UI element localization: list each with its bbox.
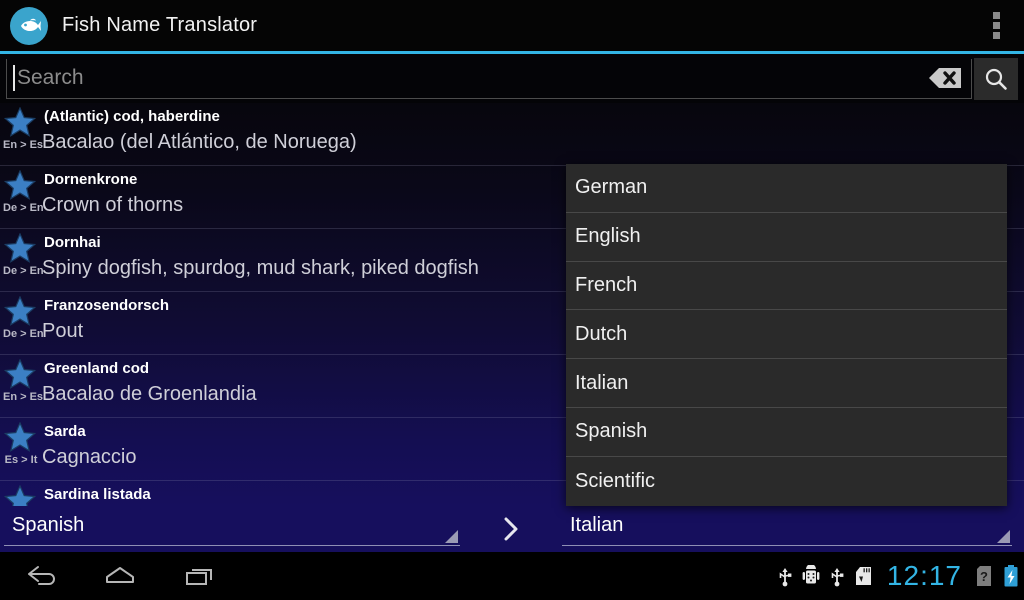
dropdown-option-spanish[interactable]: Spanish [566,408,1007,457]
direction-label: En > Es [3,139,44,151]
overflow-dot [992,32,1000,39]
source-term: Franzosendorsch [44,297,170,314]
translated-term: Spiny dogfish, spurdog, mud shark, piked… [42,257,479,279]
translated-term: Crown of thorns [42,194,184,216]
direction-label: De > En [3,265,44,277]
usb-icon [777,565,793,587]
star-icon[interactable] [3,106,37,137]
dropdown-option-italian[interactable]: Italian [566,359,1007,408]
source-term: Greenland cod [44,360,150,377]
search-button[interactable] [974,58,1018,100]
source-term: Dornenkrone [44,171,138,188]
action-bar: Fish Name Translator [0,0,1024,54]
search-input[interactable]: Search [6,58,972,99]
system-navigation-bar: 12:17 ? [0,552,1024,600]
dropdown-option-dutch[interactable]: Dutch [566,310,1007,360]
svg-text:?: ? [980,569,988,584]
star-icon[interactable] [3,484,37,506]
list-item[interactable]: En > Es (Atlantic) cod, haberdine Bacala… [0,103,1024,166]
direction-label: En > Es [3,391,44,403]
dropdown-option-scientific[interactable]: Scientific [566,457,1007,506]
overflow-dot [992,12,1000,19]
to-language-label: Italian [570,514,624,536]
spinner-marker-icon [445,530,458,543]
star-icon[interactable] [3,232,37,263]
dropdown-option-german[interactable]: German [566,164,1007,213]
direction-label: Es > It [4,454,38,466]
translated-term: Bacalao de Groenlandia [42,383,257,405]
translated-term: Cagnaccio [42,446,137,468]
recent-apps-icon[interactable] [172,558,228,594]
from-language-label: Spanish [12,514,85,536]
android-screen: Fish Name Translator Search En > Es (Atl… [0,0,1024,600]
spinner-marker-icon [997,530,1010,543]
translated-term: Pout [42,320,84,342]
search-placeholder: Search [17,66,84,89]
android-debug-icon [802,565,820,587]
sim-missing-icon: ? [975,564,993,588]
home-icon[interactable] [92,558,148,594]
status-clock: 12:17 [886,560,962,591]
source-term: (Atlantic) cod, haberdine [44,108,220,125]
star-icon[interactable] [3,358,37,389]
back-icon[interactable] [14,558,70,594]
direction-label: De > En [3,202,44,214]
star-icon[interactable] [3,295,37,326]
language-dropdown[interactable]: German English French Dutch Italian Span… [566,164,1007,506]
from-language-spinner[interactable]: Spanish [4,510,460,546]
fish-icon [10,6,48,45]
text-caret [13,65,15,91]
direction-label: De > En [3,328,44,340]
status-tray: 12:17 ? [777,552,1020,600]
source-term: Sardina listada [44,486,151,503]
sd-card-icon [854,565,874,587]
usb-icon [829,565,845,587]
overflow-menu-button[interactable] [968,0,1024,51]
search-bar: Search [0,54,1024,103]
star-icon[interactable] [3,169,37,200]
to-language-spinner[interactable]: Italian [562,510,1012,546]
star-icon[interactable] [3,421,37,452]
language-bar: Spanish Italian [0,506,1024,552]
chevron-right-icon[interactable] [496,514,526,544]
dropdown-option-french[interactable]: French [566,262,1007,311]
translated-term: Bacalao (del Atlántico, de Noruega) [42,131,357,153]
source-term: Sarda [44,423,86,440]
dropdown-option-english[interactable]: English [566,213,1007,262]
page-title: Fish Name Translator [62,14,258,36]
source-term: Dornhai [44,234,101,251]
overflow-dot [992,22,1000,29]
backspace-icon[interactable] [927,66,963,90]
battery-charging-icon [1002,564,1020,588]
